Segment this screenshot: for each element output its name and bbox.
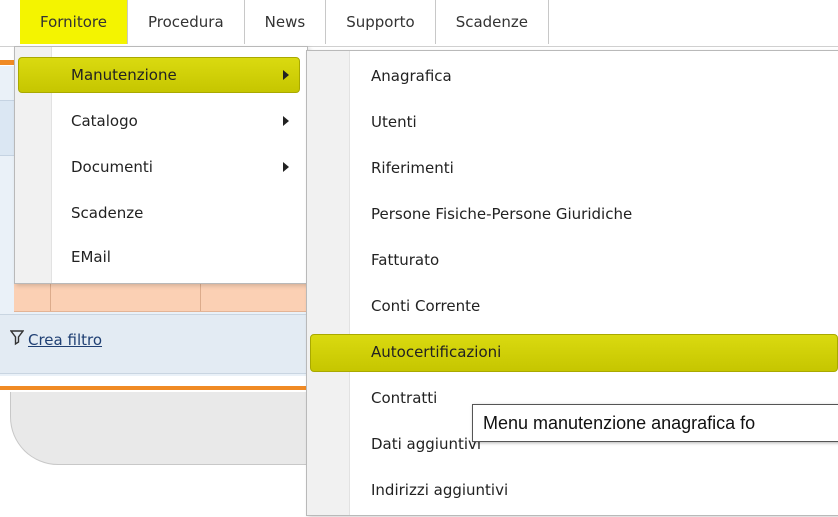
submenu-arrow-icon [283, 70, 289, 80]
fornitore-dropdown: Manutenzione Catalogo Documenti Scadenze… [14, 46, 308, 284]
manutenzione-submenu: Anagrafica Utenti Riferimenti Persone Fi… [306, 50, 838, 516]
menu-item-label: Documenti [71, 158, 153, 176]
submenu-arrow-icon [283, 162, 289, 172]
menu-item-riferimenti[interactable]: Riferimenti [307, 145, 838, 191]
main-menu-bar: Fornitore Procedura News Supporto Scaden… [20, 0, 550, 46]
menu-news[interactable]: News [244, 0, 327, 44]
menu-item-label: Contratti [371, 389, 438, 407]
menu-item-manutenzione[interactable]: Manutenzione [15, 53, 307, 97]
menu-item-conti-corrente[interactable]: Conti Corrente [307, 283, 838, 329]
menu-item-label: Manutenzione [71, 66, 177, 84]
menu-item-label: Scadenze [71, 204, 144, 222]
menu-item-persone[interactable]: Persone Fisiche-Persone Giuridiche [307, 191, 838, 237]
grid-cell-divider [200, 281, 201, 311]
menu-fornitore[interactable]: Fornitore [20, 0, 128, 44]
menu-item-label: Catalogo [71, 112, 138, 130]
menu-item-label: Persone Fisiche-Persone Giuridiche [371, 205, 633, 223]
filter-icon [9, 330, 25, 350]
menu-item-label: Fatturato [371, 251, 440, 269]
menu-item-fatturato[interactable]: Fatturato [307, 237, 838, 283]
menu-item-scadenze[interactable]: Scadenze [15, 191, 307, 235]
menu-item-utenti[interactable]: Utenti [307, 99, 838, 145]
tooltip: Menu manutenzione anagrafica fo [472, 404, 838, 442]
grid-cell-divider [50, 281, 51, 311]
menu-item-indirizzi-aggiuntivi[interactable]: Indirizzi aggiuntivi [307, 467, 838, 513]
menu-procedura[interactable]: Procedura [127, 0, 245, 44]
menu-item-anagrafica[interactable]: Anagrafica [307, 53, 838, 99]
menu-item-label: Utenti [371, 113, 417, 131]
menu-item-label: EMail [71, 248, 111, 266]
create-filter-label: Crea filtro [28, 331, 103, 349]
submenu-arrow-icon [283, 116, 289, 126]
menu-item-email[interactable]: EMail [15, 235, 307, 279]
menu-scadenze[interactable]: Scadenze [435, 0, 550, 44]
menu-supporto[interactable]: Supporto [326, 0, 436, 44]
menu-item-autocertificazioni[interactable]: Autocertificazioni [307, 329, 838, 375]
menu-item-catalogo[interactable]: Catalogo [15, 99, 307, 143]
create-filter-link[interactable]: Crea filtro [9, 330, 103, 350]
menu-item-label: Conti Corrente [371, 297, 481, 315]
menu-item-label: Autocertificazioni [371, 343, 502, 361]
menu-item-documenti[interactable]: Documenti [15, 145, 307, 189]
menu-item-label: Indirizzi aggiuntivi [371, 481, 509, 499]
menu-item-label: Dati aggiuntivi [371, 435, 482, 453]
menu-item-label: Riferimenti [371, 159, 454, 177]
menu-item-label: Anagrafica [371, 67, 452, 85]
